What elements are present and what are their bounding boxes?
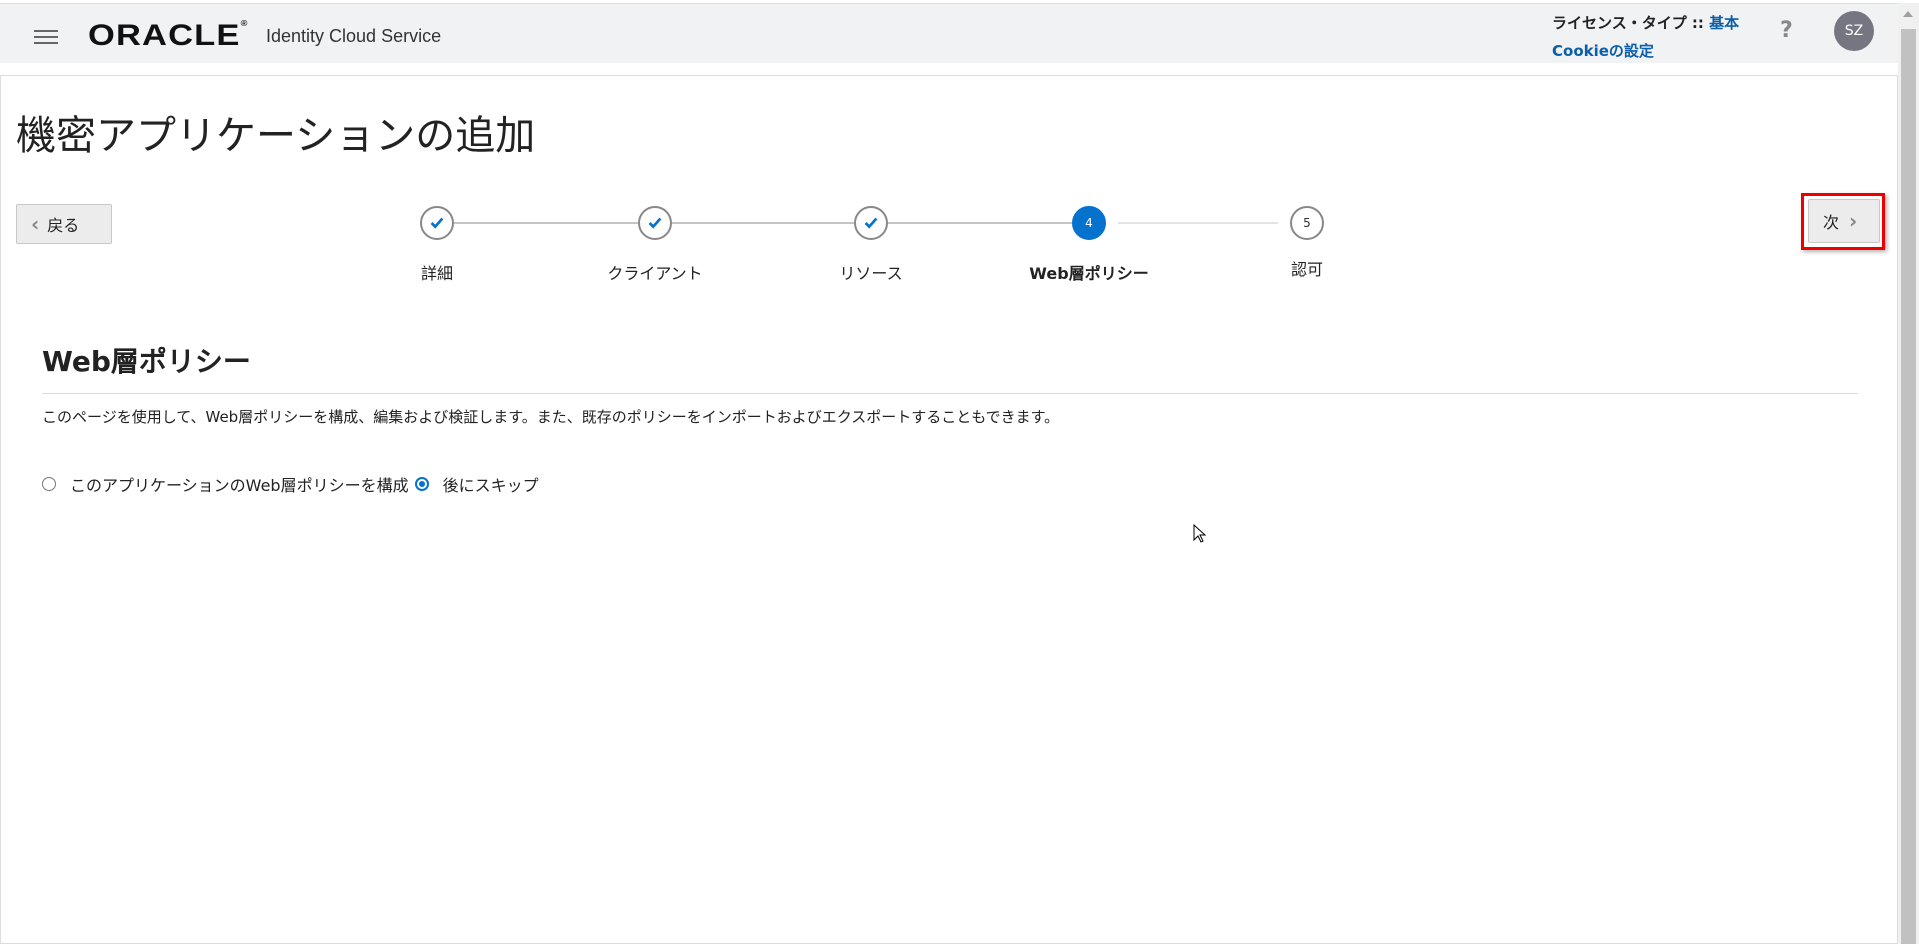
help-icon[interactable]: ? [1780, 18, 1793, 43]
checkmark-icon [648, 217, 662, 229]
divider [42, 393, 1858, 394]
checkmark-icon [864, 217, 878, 229]
step-2-client[interactable] [638, 206, 672, 240]
step-5-authorization[interactable]: 5 [1290, 206, 1324, 240]
logo-text: ORACLE [88, 19, 241, 52]
scroll-up-arrow-icon[interactable] [1903, 11, 1913, 17]
top-bar: ORACLE® Identity Cloud Service ライセンス・タイプ… [0, 3, 1898, 63]
checkmark-icon [430, 217, 444, 229]
configure-policy-radio[interactable] [42, 477, 56, 491]
step-label: クライアント [607, 264, 703, 283]
back-label: 戻る [47, 216, 80, 235]
cookie-settings-link[interactable]: Cookieの設定 [1552, 40, 1654, 61]
product-name: Identity Cloud Service [266, 26, 442, 46]
section-description: このページを使用して、Web層ポリシーを構成、編集および検証します。また、既存の… [42, 408, 1060, 426]
section-title: Web層ポリシー [42, 345, 251, 378]
step-3-resources[interactable] [854, 206, 888, 240]
skip-later-radio[interactable] [414, 477, 429, 491]
license-value[interactable]: 基本 [1709, 14, 1739, 32]
hamburger-menu-icon[interactable] [34, 30, 58, 44]
oracle-logo: ORACLE® [88, 19, 249, 52]
page-title: 機密アプリケーションの追加 [16, 113, 536, 159]
license-label: ライセンス・タイプ :: [1552, 14, 1704, 32]
vertical-scrollbar[interactable] [1898, 3, 1919, 944]
configure-policy-label[interactable]: このアプリケーションのWeb層ポリシーを構成 [70, 472, 409, 496]
step-4-web-tier-policy[interactable]: 4 [1072, 206, 1106, 240]
chevron-left-icon: ‹ [31, 212, 40, 236]
step-connector [454, 222, 638, 224]
step-label: 詳細 [420, 264, 454, 283]
step-connector [672, 222, 854, 224]
mouse-cursor-icon [1193, 524, 1207, 543]
step-label: リソース [839, 264, 903, 283]
step-1-details[interactable] [420, 206, 454, 240]
user-avatar[interactable]: SZ [1834, 11, 1874, 51]
license-type: ライセンス・タイプ :: 基本 [1552, 12, 1739, 33]
policy-radio-group: このアプリケーションのWeb層ポリシーを構成 後にスキップ [42, 472, 545, 496]
step-connector [888, 222, 1072, 224]
back-button[interactable]: ‹ 戻る [16, 204, 112, 244]
skip-later-label[interactable]: 後にスキップ [443, 472, 539, 496]
highlight-box [1801, 193, 1885, 250]
step-label: 認可 [1290, 260, 1324, 279]
scrollbar-thumb[interactable] [1901, 29, 1916, 944]
content-panel [0, 75, 1898, 944]
step-connector [1118, 222, 1278, 224]
step-label: Web層ポリシー [1029, 264, 1149, 283]
